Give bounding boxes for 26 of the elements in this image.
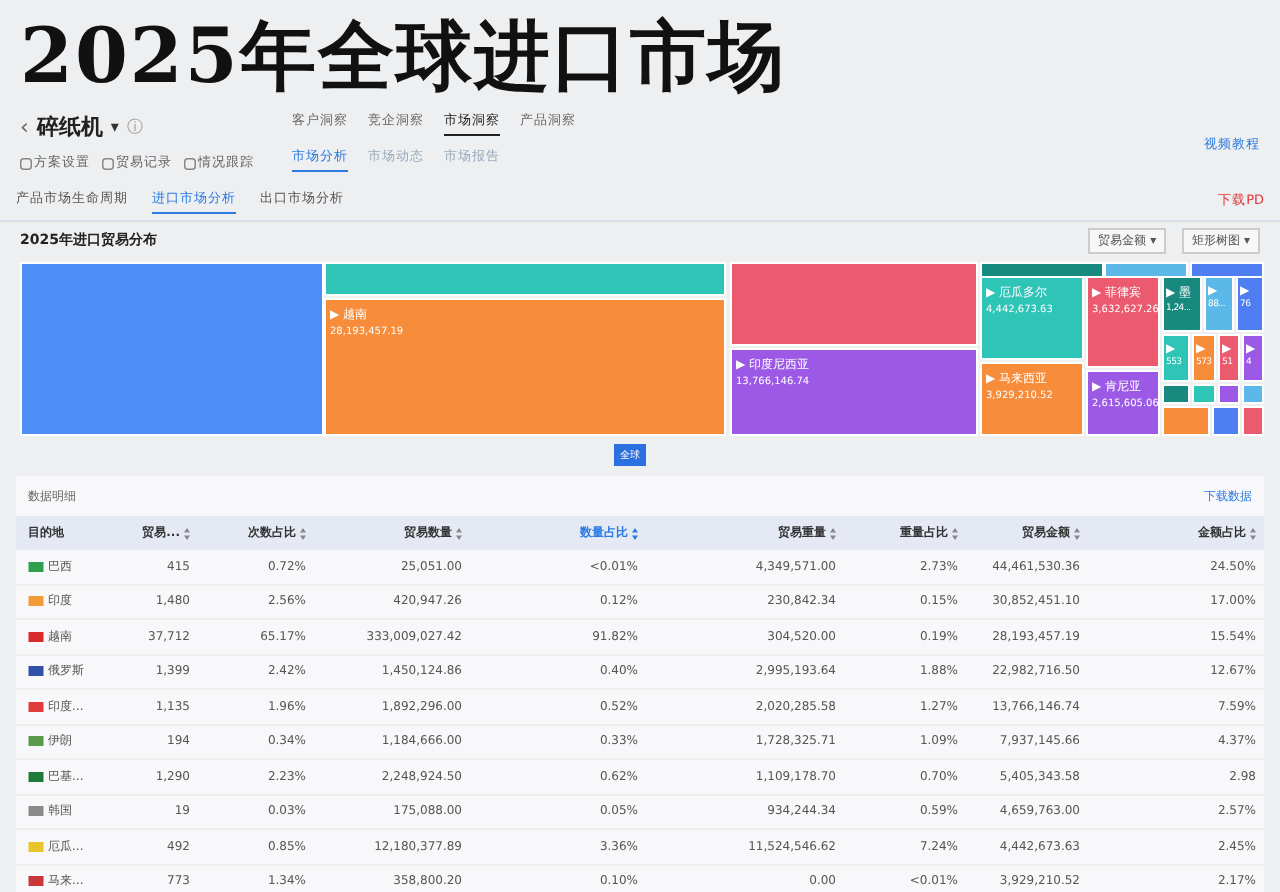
product-name[interactable]: 碎纸机 [36, 112, 103, 142]
treemap-tile[interactable] [1218, 384, 1240, 404]
treemap-tile[interactable] [1192, 384, 1216, 404]
tool-icon [20, 157, 32, 169]
tool-icon [102, 157, 114, 169]
treemap-tile[interactable] [1162, 384, 1190, 404]
treemap-tile[interactable] [1242, 384, 1264, 404]
page-title: 2025年全球进口市场 [20, 8, 788, 104]
treemap-tile[interactable] [1162, 406, 1210, 436]
caret-icon[interactable]: ▾ [110, 118, 119, 136]
sort-icon[interactable] [632, 527, 638, 539]
treemap-tile[interactable] [324, 262, 726, 296]
sort-icon[interactable] [1074, 527, 1080, 539]
back-icon[interactable]: ‹ [20, 114, 29, 140]
treemap-tile[interactable] [1212, 406, 1240, 436]
treemap-tile[interactable] [1242, 406, 1264, 436]
sort-icon[interactable] [184, 527, 190, 539]
sort-icon[interactable] [456, 527, 462, 539]
info-icon: ⓘ [126, 116, 143, 138]
sort-icon[interactable] [300, 527, 306, 539]
treemap-tile[interactable] [20, 262, 324, 436]
sort-icon[interactable] [830, 527, 836, 539]
sort-icon[interactable] [952, 527, 958, 539]
tool-icon [184, 157, 196, 169]
treemap-tile[interactable] [730, 262, 978, 346]
sort-icon[interactable] [1250, 527, 1256, 539]
